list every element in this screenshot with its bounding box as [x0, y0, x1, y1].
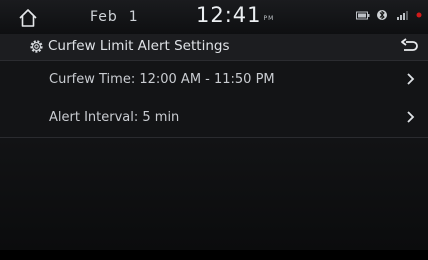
setting-alert-interval[interactable]: Alert Interval: 5 min — [0, 99, 428, 138]
bottom-edge — [0, 250, 428, 260]
bluetooth-icon — [377, 10, 387, 20]
title-bar: Curfew Limit Alert Settings — [0, 34, 428, 61]
back-arrow-icon — [401, 38, 418, 51]
status-clock: 12:41 PM — [196, 3, 274, 27]
clock-time: 12:41 — [196, 3, 262, 27]
home-button[interactable] — [15, 5, 41, 31]
alert-interval-label: Alert Interval: 5 min — [49, 110, 180, 125]
home-icon — [19, 9, 37, 27]
gear-icon — [30, 40, 43, 53]
empty-list-area — [0, 138, 428, 250]
battery-icon — [356, 11, 370, 19]
signal-icon — [397, 11, 408, 20]
status-icons — [356, 9, 422, 21]
page-title: Curfew Limit Alert Settings — [48, 38, 230, 54]
chevron-right-icon — [407, 73, 415, 85]
curfew-settings-screen: Feb 1 12:41 PM Curfew Limit Alert Settin… — [0, 0, 428, 260]
back-button[interactable] — [398, 37, 420, 57]
curfew-time-label: Curfew Time: 12:00 AM - 11:50 PM — [49, 72, 275, 87]
chevron-right-icon — [407, 111, 415, 123]
record-indicator-icon — [416, 12, 422, 18]
status-bar: Feb 1 12:41 PM — [0, 0, 428, 34]
status-date: Feb 1 — [90, 9, 139, 25]
clock-ampm: PM — [263, 15, 275, 22]
setting-curfew-time[interactable]: Curfew Time: 12:00 AM - 11:50 PM — [0, 61, 428, 100]
